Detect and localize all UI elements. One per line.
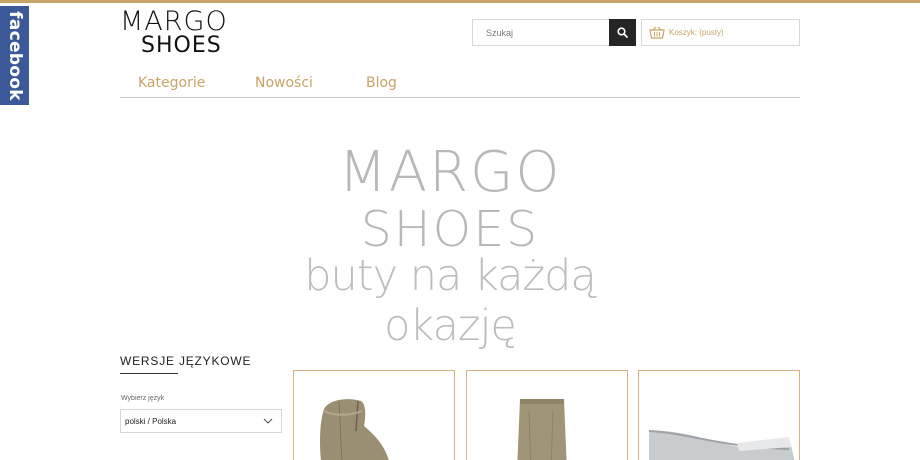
nav-item-blog[interactable]: Blog — [366, 75, 397, 91]
cart-label: Koszyk: (pusty) — [669, 28, 724, 37]
tall-boot-image — [517, 399, 567, 460]
language-section-title: Wersje językowe — [120, 354, 252, 368]
search-icon — [617, 27, 628, 38]
chevron-down-icon — [263, 418, 273, 424]
product-card[interactable] — [466, 370, 628, 460]
language-select-label: Wybierz język — [121, 395, 165, 402]
search-input[interactable] — [473, 20, 609, 45]
facebook-label: facebook — [4, 10, 25, 101]
language-selected-value: polski / Polska — [125, 416, 177, 426]
main-navigation: Kategorie Nowości Blog — [120, 70, 800, 98]
product-card[interactable] — [638, 370, 800, 460]
site-logo[interactable]: MARGO SHOES — [120, 8, 238, 60]
logo-line2: SHOES — [141, 33, 222, 58]
title-underline — [120, 373, 178, 374]
top-accent-line — [0, 0, 920, 3]
product-card[interactable] — [293, 370, 455, 460]
basket-icon — [649, 26, 665, 39]
search-button[interactable] — [609, 19, 636, 46]
silver-loafer-image — [648, 430, 795, 460]
nav-item-nowosci[interactable]: Nowości — [255, 75, 313, 91]
banner-tagline: buty na każdą okazję — [304, 251, 597, 351]
cart-button[interactable]: Koszyk: (pusty) — [641, 19, 800, 46]
hero-banner: MARGO SHOES buty na każdą okazję — [240, 138, 660, 351]
banner-brand-line1: MARGO — [338, 140, 562, 205]
nav-item-kategorie[interactable]: Kategorie — [138, 75, 205, 91]
logo-line1: MARGO — [120, 6, 228, 37]
suede-ankle-boot-image — [320, 399, 389, 460]
language-select[interactable]: polski / Polska — [120, 409, 282, 433]
search-box — [472, 19, 636, 46]
facebook-tab[interactable]: facebook — [0, 6, 29, 105]
